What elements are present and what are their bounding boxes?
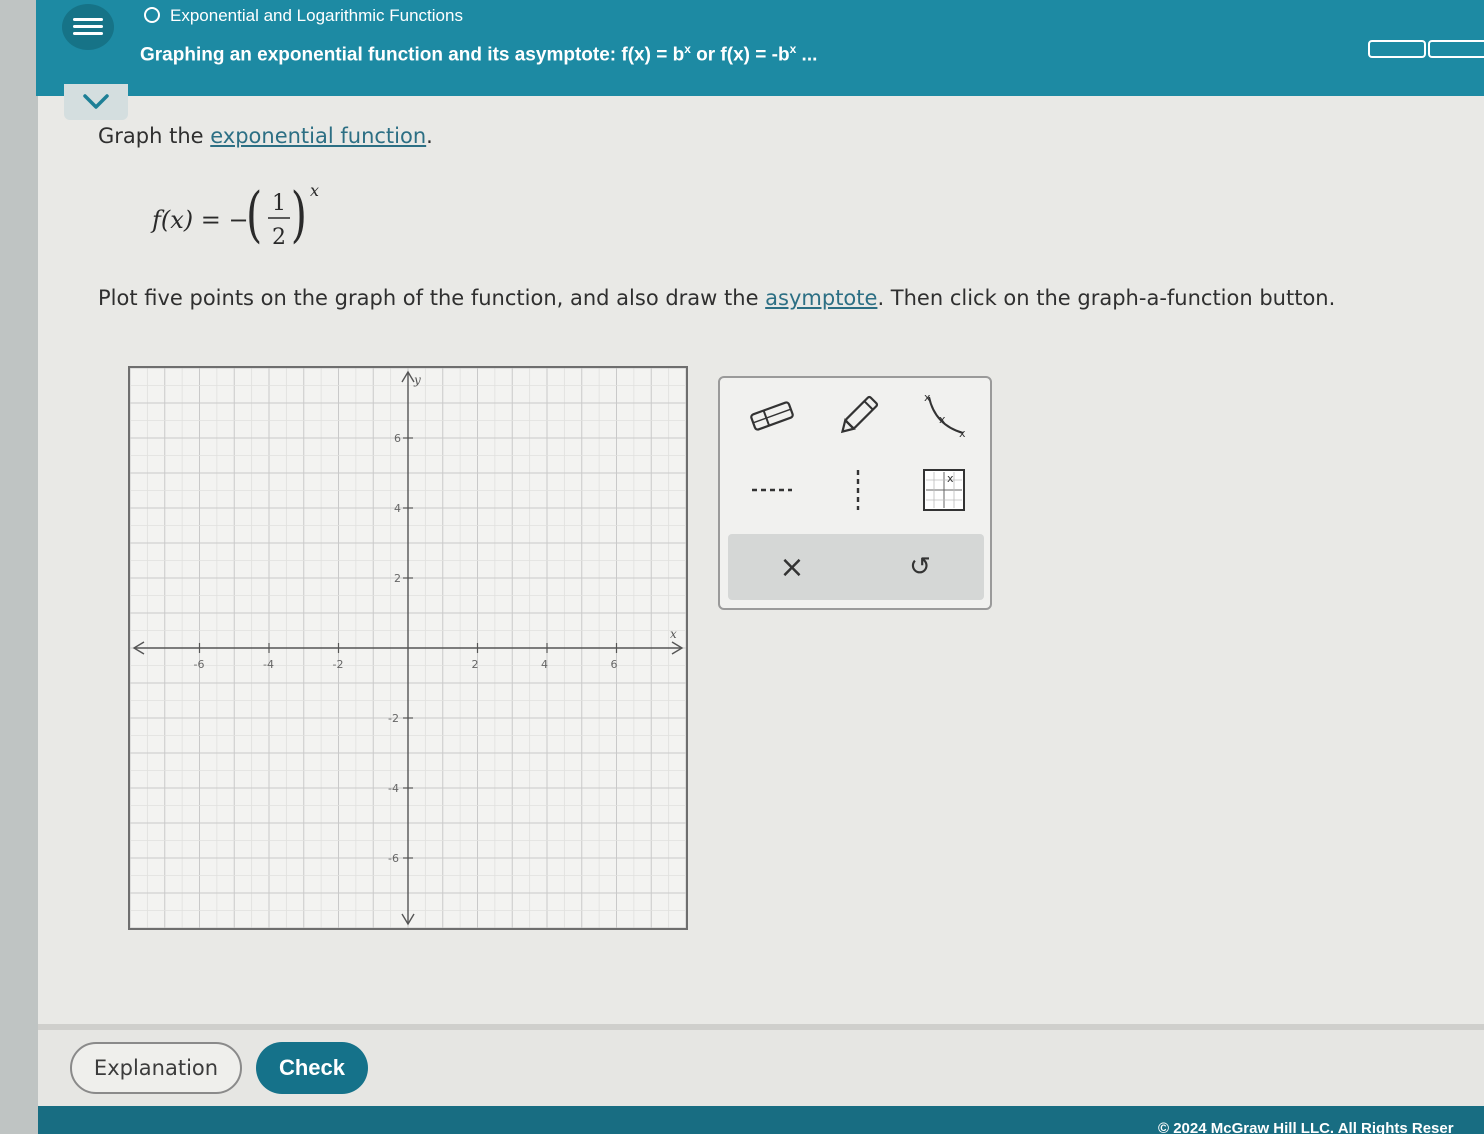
svg-text:x: x (924, 391, 931, 404)
x-axis-label: x (670, 627, 677, 641)
x-tick-label: -4 (263, 658, 274, 671)
undo-button[interactable]: ↺ (890, 542, 950, 592)
pencil-tool[interactable] (826, 388, 890, 444)
footer-actions: Explanation Check (38, 1030, 1484, 1108)
y-tick-label: 6 (394, 432, 401, 445)
formula-exponent: x (310, 182, 319, 200)
collapse-button[interactable] (64, 84, 128, 120)
chevron-down-icon (83, 94, 109, 109)
horizontal-dashed-line-icon (752, 488, 792, 492)
vertical-asymptote-tool[interactable] (826, 462, 890, 518)
horizontal-asymptote-tool[interactable] (740, 462, 804, 518)
x-tick-label: 4 (541, 658, 548, 671)
action-bar: × ↺ (728, 534, 984, 600)
svg-text:x: x (939, 413, 946, 426)
exponential-curve-icon: x x x (924, 391, 966, 440)
copyright-text: © 2024 McGraw Hill LLC. All Rights Reser (1158, 1120, 1454, 1134)
topic-title: Exponential and Logarithmic Functions (170, 6, 463, 25)
svg-text:x: x (959, 427, 966, 440)
close-icon: × (779, 549, 805, 585)
vertical-dashed-line-icon (856, 470, 860, 510)
hamburger-icon (73, 16, 103, 38)
lesson-title: Graphing an exponential function and its… (140, 42, 818, 66)
y-axis-label: y (413, 373, 421, 387)
svg-text:): ) (291, 182, 307, 250)
y-tick-label: 4 (394, 502, 401, 515)
x-tick-label: 2 (472, 658, 479, 671)
svg-text:x: x (947, 472, 954, 485)
pencil-icon (840, 395, 879, 434)
y-tick-label: -4 (388, 782, 399, 795)
status-circle-icon (144, 7, 160, 23)
asymptote-link[interactable]: asymptote (765, 286, 877, 310)
graph-toolbox: x x x x × ↺ (718, 376, 992, 610)
header-bar: Exponential and Logarithmic Functions Gr… (36, 0, 1484, 96)
formula-denominator: 2 (272, 225, 286, 250)
y-tick-label: -2 (388, 712, 399, 725)
graph-function-button[interactable]: x (912, 462, 976, 518)
y-tick-label: 2 (394, 572, 401, 585)
explanation-button[interactable]: Explanation (70, 1042, 242, 1094)
x-tick-label: -6 (194, 658, 205, 671)
progress-indicator (1366, 40, 1484, 58)
eraser-icon (750, 401, 794, 431)
y-tick-label: -6 (388, 852, 399, 865)
plot-instruction-text: Plot five points on the graph of the fun… (98, 286, 1336, 310)
svg-text:(: ( (246, 182, 262, 250)
x-tick-label: -2 (333, 658, 344, 671)
coordinate-plane[interactable]: x y -6 -4 -2 2 4 6 6 4 2 -2 -4 -6 (129, 367, 687, 929)
bottom-bar: © 2024 McGraw Hill LLC. All Rights Reser (38, 1106, 1484, 1134)
formula-numerator: 1 (272, 191, 286, 216)
menu-button[interactable] (62, 4, 114, 50)
exponential-function-link[interactable]: exponential function (210, 124, 426, 148)
formula-lhs: f(x) = − (150, 206, 249, 234)
exponential-curve-tool[interactable]: x x x (912, 388, 976, 444)
eraser-tool[interactable] (740, 388, 804, 444)
question-area: Graph the exponential function. f(x) = −… (38, 84, 1484, 1028)
x-tick-label: 6 (611, 658, 618, 671)
graph-area[interactable]: x y -6 -4 -2 2 4 6 6 4 2 -2 -4 -6 (128, 366, 688, 930)
left-strip (0, 0, 38, 1134)
check-button[interactable]: Check (256, 1042, 368, 1094)
function-formula: f(x) = − ( 1 2 ) x (150, 180, 350, 258)
clear-button[interactable]: × (762, 542, 822, 592)
instruction-text: Graph the exponential function. (98, 124, 433, 148)
graph-function-icon: x (923, 469, 965, 511)
undo-icon: ↺ (909, 552, 931, 582)
